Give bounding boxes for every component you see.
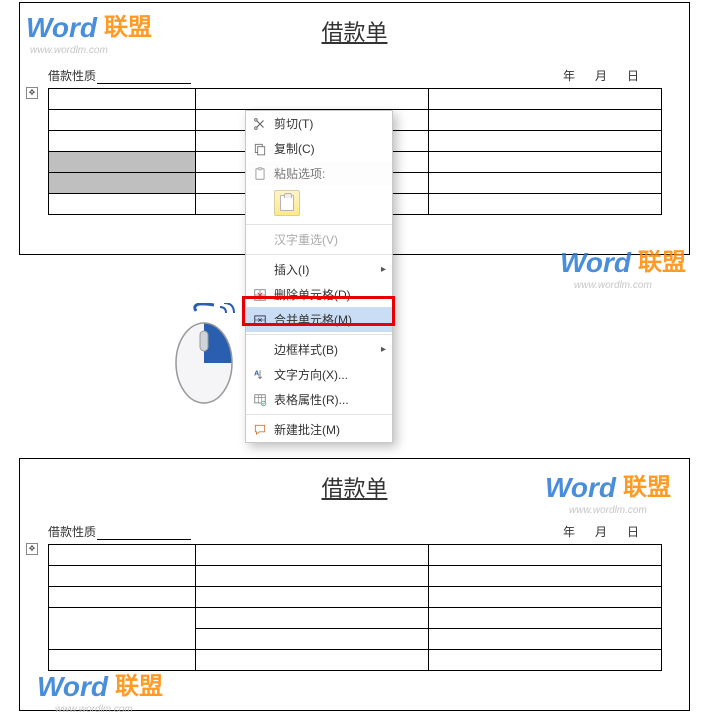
menu-separator (246, 414, 392, 415)
menu-copy[interactable]: 复制(C) (246, 136, 392, 161)
doc-header: 借款性质 年月日 (48, 523, 661, 540)
table-row (49, 89, 662, 110)
clipboard-icon (250, 166, 270, 181)
text-direction-icon: A (250, 367, 270, 382)
menu-ime-reconvert: 汉字重选(V) (246, 227, 392, 252)
loan-type-label: 借款性质 (48, 69, 96, 83)
svg-text:Word: Word (37, 671, 109, 702)
menu-separator (246, 334, 392, 335)
loan-type-label: 借款性质 (48, 525, 96, 539)
menu-table-properties[interactable]: 表格属性(R)... (246, 387, 392, 412)
menu-delete-cells[interactable]: 删除单元格(D)... (246, 282, 392, 307)
doc-header: 借款性质 年月日 (48, 67, 661, 84)
doc-title: 借款单 (20, 3, 689, 47)
menu-cut[interactable]: 剪切(T) (246, 111, 392, 136)
merge-cells-icon (250, 312, 270, 327)
chevron-right-icon: ▸ (381, 344, 386, 355)
chevron-right-icon: ▸ (381, 264, 386, 275)
table-row (49, 587, 662, 608)
context-menu: 剪切(T) 复制(C) 粘贴选项: 汉字重选(V) 插入(I) ▸ 删除单元格(… (245, 110, 393, 443)
svg-text:www.wordlm.com: www.wordlm.com (574, 280, 652, 291)
menu-merge-cells[interactable]: 合并单元格(M) (246, 307, 392, 332)
table-props-icon (250, 392, 270, 407)
table-row (49, 545, 662, 566)
date-labels: 年月日 (553, 523, 649, 540)
paste-option-default[interactable] (274, 190, 300, 216)
svg-text:www.wordlm.com: www.wordlm.com (55, 704, 133, 715)
table-anchor-icon: ✥ (26, 543, 38, 555)
menu-insert[interactable]: 插入(I) ▸ (246, 257, 392, 282)
menu-paste-options (246, 186, 392, 222)
menu-separator (246, 224, 392, 225)
table-anchor-icon: ✥ (26, 87, 38, 99)
scissors-icon (250, 116, 270, 131)
table-row (49, 566, 662, 587)
watermark-logo: Word 联盟 www.wordlm.com (37, 668, 197, 718)
mouse-illustration (168, 303, 246, 410)
loan-type-underline (97, 72, 191, 84)
delete-cell-icon (250, 287, 270, 302)
screenshot-after: ✥ 借款单 借款性质 年月日 Word 联盟 www.wordlm.com Wo… (19, 458, 690, 711)
table-row (49, 650, 662, 671)
doc-title: 借款单 (20, 459, 689, 503)
menu-paste-header: 粘贴选项: (246, 161, 392, 186)
loan-table-merged (48, 544, 662, 671)
menu-text-direction[interactable]: A 文字方向(X)... (246, 362, 392, 387)
menu-separator (246, 254, 392, 255)
table-row-merged (49, 608, 662, 629)
menu-border-style[interactable]: 边框样式(B) ▸ (246, 337, 392, 362)
loan-type-underline (97, 528, 191, 540)
menu-new-comment[interactable]: 新建批注(M) (246, 417, 392, 442)
comment-icon (250, 422, 270, 437)
date-labels: 年月日 (553, 67, 649, 84)
svg-text:www.wordlm.com: www.wordlm.com (569, 505, 647, 516)
copy-icon (250, 141, 270, 156)
svg-text:联盟: 联盟 (115, 673, 163, 700)
